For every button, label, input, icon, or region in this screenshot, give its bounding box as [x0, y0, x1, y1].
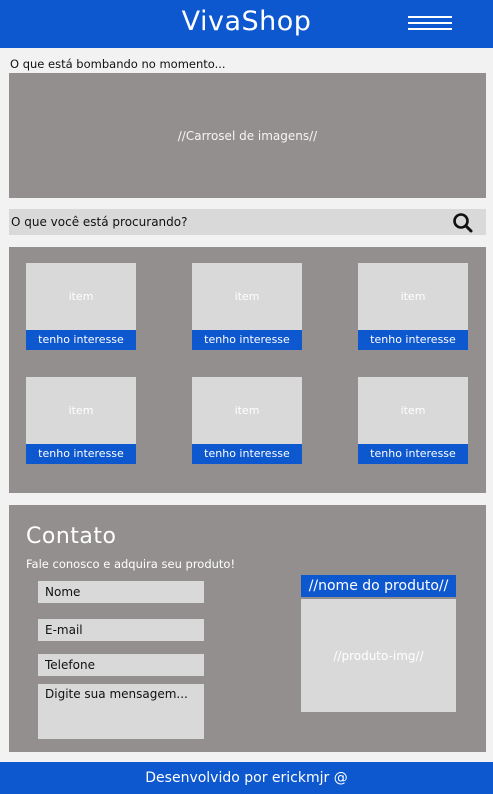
search-bar — [9, 209, 486, 235]
name-field[interactable] — [38, 581, 204, 603]
top-header: VivaShop — [0, 0, 493, 48]
product-image[interactable]: item — [192, 377, 302, 444]
contact-subtitle: Fale conosco e adquira seu produto! — [26, 557, 236, 571]
footer-credit[interactable]: Desenvolvido por erickmjr @ — [145, 770, 347, 786]
interest-button[interactable]: tenho interesse — [192, 330, 302, 350]
product-card: item tenho interesse — [358, 377, 468, 464]
interest-button[interactable]: tenho interesse — [26, 444, 136, 464]
menu-line — [408, 16, 452, 18]
footer: Desenvolvido por erickmjr @ — [0, 762, 493, 794]
image-carousel[interactable]: //Carrosel de imagens// — [9, 73, 486, 198]
product-image[interactable]: item — [26, 377, 136, 444]
product-image[interactable]: item — [358, 263, 468, 330]
product-card: item tenho interesse — [358, 263, 468, 350]
interest-button[interactable]: tenho interesse — [358, 444, 468, 464]
contact-section: Contato Fale conosco e adquira seu produ… — [9, 505, 486, 752]
search-input[interactable] — [9, 209, 439, 235]
product-image[interactable]: item — [192, 263, 302, 330]
menu-line — [408, 22, 452, 24]
product-card: item tenho interesse — [192, 377, 302, 464]
product-grid: item tenho interesse item tenho interess… — [9, 247, 486, 493]
product-card: item tenho interesse — [26, 377, 136, 464]
carousel-placeholder-label: //Carrosel de imagens// — [177, 128, 318, 143]
interest-button[interactable]: tenho interesse — [26, 330, 136, 350]
contact-title: Contato — [26, 524, 117, 549]
email-field[interactable] — [38, 619, 204, 641]
interest-button[interactable]: tenho interesse — [358, 330, 468, 350]
search-icon[interactable] — [451, 212, 475, 234]
product-image-preview: //produto-img// — [301, 599, 456, 712]
product-image[interactable]: item — [358, 377, 468, 444]
trending-title: O que está bombando no momento... — [10, 57, 226, 71]
product-name-label: //nome do produto// — [301, 575, 456, 597]
menu-line — [408, 28, 452, 30]
product-card: item tenho interesse — [192, 263, 302, 350]
product-image[interactable]: item — [26, 263, 136, 330]
product-card: item tenho interesse — [26, 263, 136, 350]
interest-button[interactable]: tenho interesse — [192, 444, 302, 464]
hamburger-menu-icon[interactable] — [408, 14, 454, 34]
product-image-placeholder-label: //produto-img// — [333, 648, 424, 663]
message-field[interactable] — [38, 684, 204, 739]
phone-field[interactable] — [38, 654, 204, 676]
